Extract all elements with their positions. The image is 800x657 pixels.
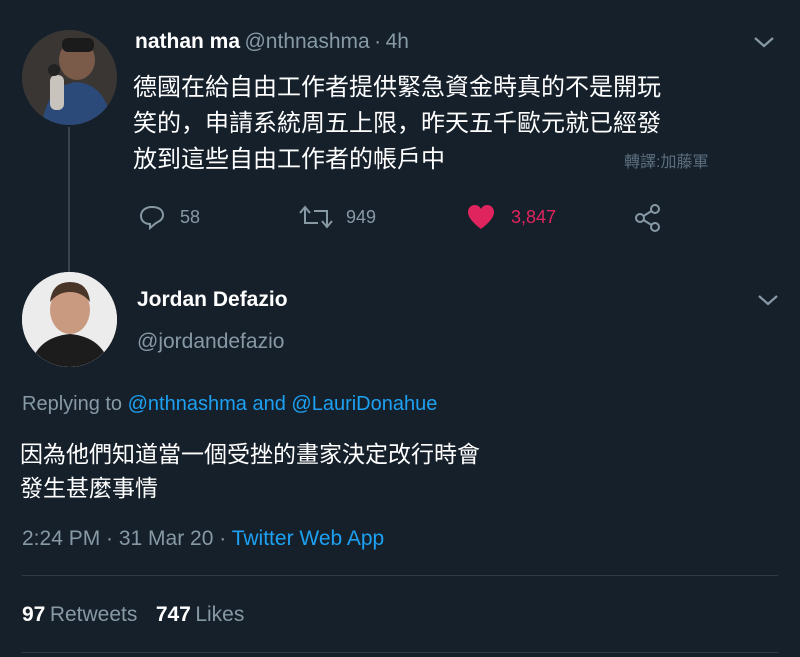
tweet1-text-line2: 笑的，申請系統周五上限，昨天五千歐元就已經發 [133, 110, 661, 137]
heart-icon [468, 205, 494, 229]
reply-icon [139, 205, 165, 231]
tweet1-header: nathan ma @nthnashma · 4h [135, 30, 409, 54]
tweet2-source-link[interactable]: Twitter Web App [232, 527, 385, 550]
tweet2-text-line2: 發生甚麼事情 [20, 475, 158, 501]
tweet2-timestamp[interactable]: 2:24 PM · 31 Mar 20 · [22, 527, 226, 550]
tweet1-more-menu[interactable] [752, 34, 776, 50]
replying-to-user1-link[interactable]: @nthnashma [128, 393, 247, 415]
share-icon [635, 204, 660, 232]
retweet-action[interactable]: 949 [298, 203, 376, 231]
tweet2-text-line1: 因為他們知道當一個受挫的畫家決定改行時會 [20, 441, 480, 467]
jordan-avatar[interactable] [22, 272, 117, 367]
like-count: 3,847 [511, 206, 557, 227]
likes-stat-label: Likes [195, 603, 245, 626]
translation-credit: 轉譯:加藤軍 [624, 154, 709, 171]
like-action[interactable]: 3,847 [466, 203, 556, 231]
retweet-count: 949 [346, 206, 377, 227]
jordan-avatar-image [22, 272, 117, 367]
tweet2-stats: 97 Retweets 747 Likes [22, 603, 244, 627]
tweet1-text-line1: 德國在給自由工作者提供緊急資金時真的不是開玩 [133, 74, 661, 101]
reply-action[interactable]: 58 [138, 203, 200, 231]
tweet2-text: 因為他們知道當一個受挫的畫家決定改行時會 發生甚麼事情 [20, 437, 760, 505]
retweets-stat-count: 97 [22, 603, 46, 626]
tweet1-separator: · [374, 30, 382, 53]
stats-divider-bottom [22, 652, 778, 653]
tweet2-meta: 2:24 PM · 31 Mar 20 · Twitter Web App [22, 527, 384, 551]
tweet1-handle[interactable]: @nthnashma [244, 30, 369, 53]
retweets-stat-label: Retweets [49, 603, 138, 626]
nathan-avatar-image [22, 30, 117, 125]
tweet2-handle[interactable]: @jordandefazio [137, 330, 284, 354]
chevron-down-icon [754, 37, 774, 48]
replying-to-prefix: Replying to [22, 393, 123, 415]
thread-connector-line [68, 127, 70, 277]
tweet1-author-name[interactable]: nathan ma [135, 30, 240, 53]
retweet-icon [299, 205, 333, 229]
likes-stat[interactable]: 747 Likes [156, 603, 245, 626]
replying-to-and: and [252, 393, 286, 415]
replying-to-user2-link[interactable]: @LauriDonahue [291, 393, 437, 415]
chevron-down-icon [758, 295, 778, 306]
tweet1-time[interactable]: 4h [386, 30, 409, 53]
share-action[interactable] [633, 203, 663, 233]
nathan-avatar[interactable] [22, 30, 117, 125]
retweets-stat[interactable]: 97 Retweets [22, 603, 142, 626]
likes-stat-count: 747 [155, 603, 191, 626]
tweet2-more-menu[interactable] [756, 292, 780, 308]
reply-count: 58 [180, 206, 201, 227]
stats-divider-top [22, 575, 778, 576]
replying-to-line: Replying to @nthnashma and @LauriDonahue [22, 393, 437, 416]
tweet2-author-name[interactable]: Jordan Defazio [137, 288, 288, 312]
